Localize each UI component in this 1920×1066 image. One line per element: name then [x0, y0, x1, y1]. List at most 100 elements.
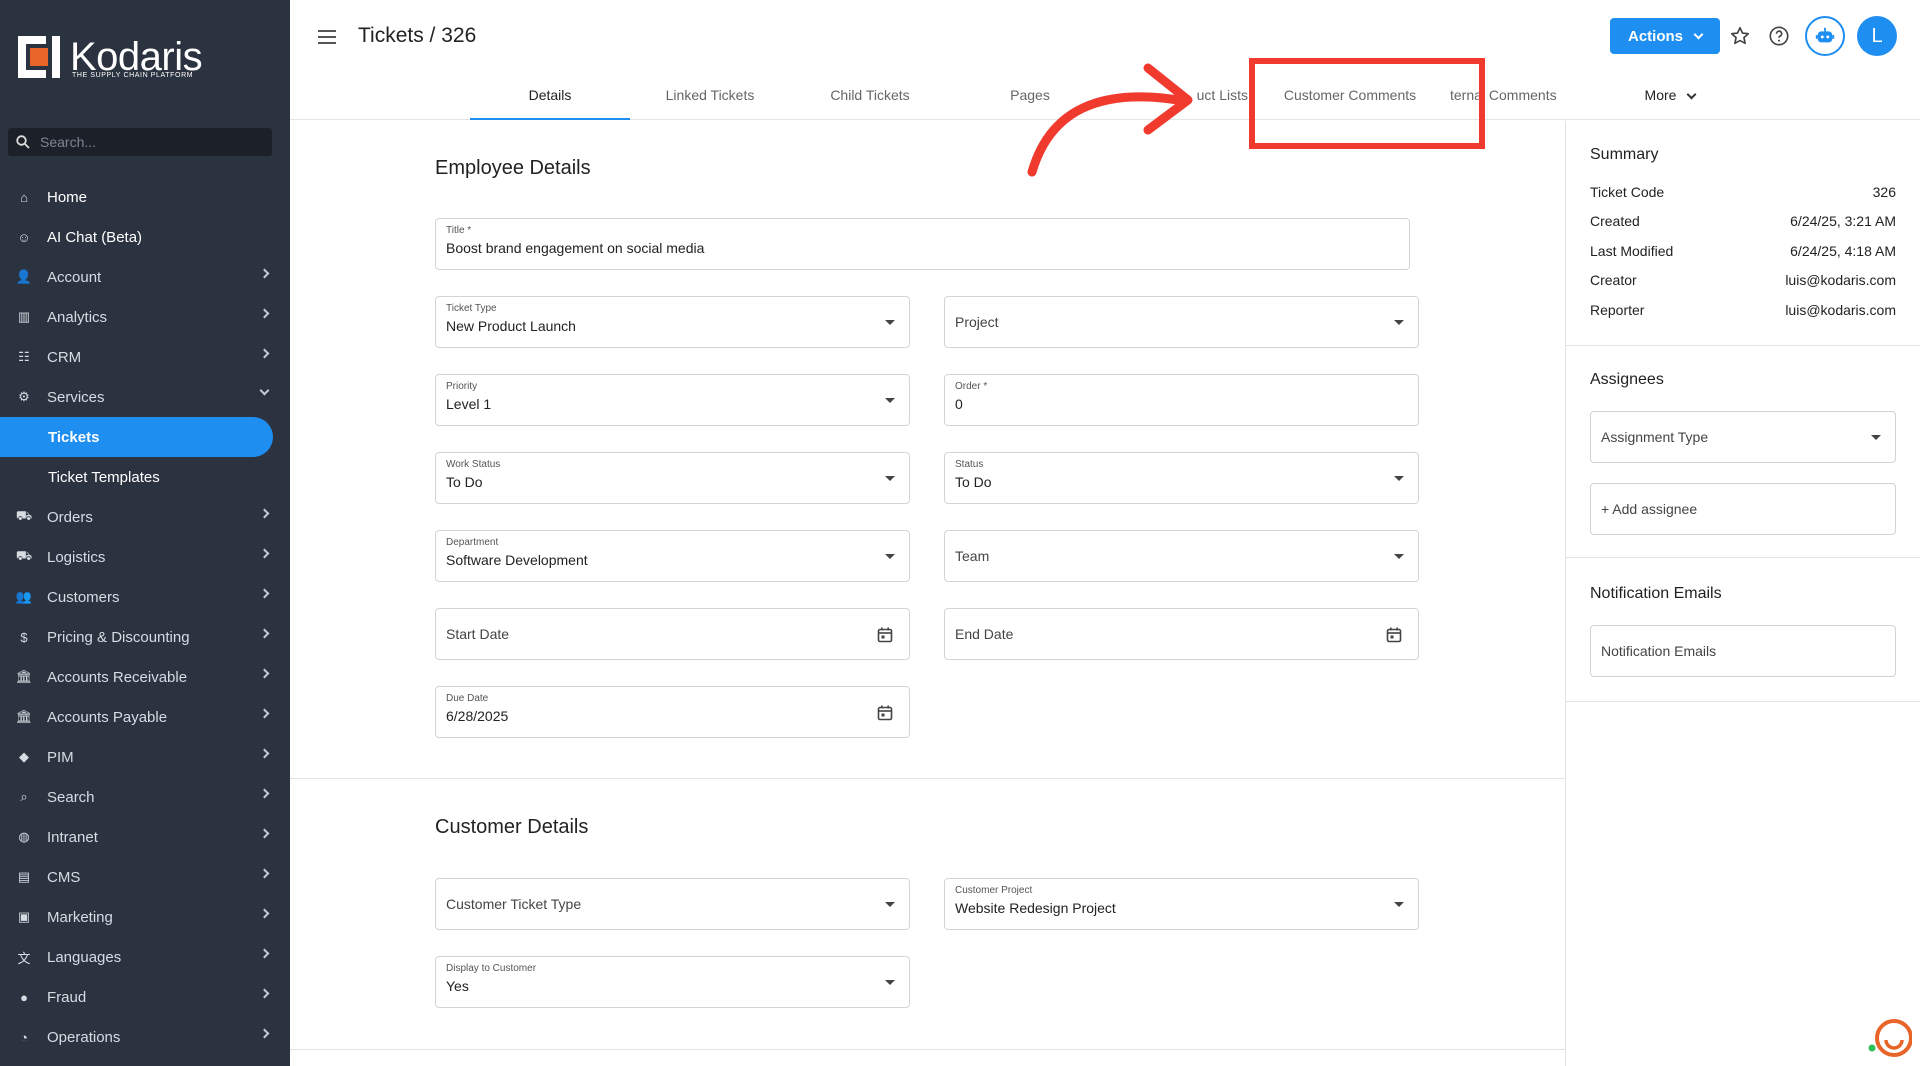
end-date-field[interactable]: End Date [944, 608, 1419, 660]
actions-button-label: Actions [1627, 27, 1683, 45]
priority-label: Priority [446, 381, 478, 392]
tab-more-label: More [1644, 87, 1677, 103]
sidebar-nav: ⌂ Home ☺ AI Chat (Beta) 👤 Account ▥ Analytic… [0, 177, 290, 1057]
ticket-details-form: Employee Details Title * Boost brand eng… [290, 121, 1565, 1066]
notification-emails-input[interactable]: Notification Emails [1590, 625, 1896, 677]
summary-row: Created 6/24/25, 3:21 AM [1590, 213, 1896, 229]
order-field[interactable]: Order * 0 [944, 374, 1419, 426]
sidebar-search-input[interactable] [40, 134, 240, 150]
chevron-right-icon [259, 348, 270, 359]
sidebar-item-pricing[interactable]: $ Pricing & Discounting [0, 617, 290, 657]
dropdown-caret-icon [885, 980, 895, 985]
tag-icon: ◆ [19, 749, 29, 764]
search-icon [16, 135, 30, 149]
status-select[interactable]: Status To Do [944, 452, 1419, 504]
sidebar-item-accounts-payable[interactable]: 🏛 Accounts Payable [0, 697, 290, 737]
sidebar-item-customers[interactable]: 👥 Customers [0, 577, 290, 617]
sidebar-item-analytics[interactable]: ▥ Analytics [0, 297, 290, 337]
star-icon[interactable] [1728, 24, 1752, 48]
actions-button[interactable]: Actions [1610, 18, 1720, 54]
calendar-icon[interactable] [877, 705, 893, 721]
chevron-down-icon [1693, 29, 1704, 39]
sidebar-item-label: Marketing [47, 908, 113, 926]
kodaris-logo[interactable]: Kodaris THE SUPPLY CHAIN PLATFORM [16, 34, 203, 80]
people-icon: 👥 [15, 589, 33, 604]
sidebar-item-services[interactable]: ⚙ Services [0, 377, 290, 417]
assignees-heading: Assignees [1590, 371, 1664, 388]
ai-assistant-button[interactable] [1805, 16, 1845, 56]
customer-project-select[interactable]: Customer Project Website Redesign Projec… [944, 878, 1419, 930]
sidebar-item-label: CMS [47, 868, 81, 886]
sidebar-item-search[interactable]: ⌕ Search [0, 777, 290, 817]
dropdown-caret-icon [1394, 902, 1404, 907]
kodaris-logo-icon [18, 36, 60, 78]
tab-child-tickets[interactable]: Child Tickets [790, 75, 950, 120]
sidebar-item-label: Intranet [47, 828, 98, 846]
sidebar-item-fraud[interactable]: ● Fraud [0, 977, 290, 1017]
department-label: Department [446, 537, 499, 548]
hamburger-menu-icon[interactable] [318, 30, 336, 44]
sidebar-item-label: Operations [47, 1028, 121, 1046]
work-status-label: Work Status [446, 459, 501, 470]
start-date-field[interactable]: Start Date [435, 608, 910, 660]
add-assignee-input[interactable]: + Add assignee [1590, 483, 1896, 535]
dropdown-caret-icon [1394, 554, 1404, 559]
tab-linked-tickets[interactable]: Linked Tickets [630, 75, 790, 120]
sidebar-item-languages[interactable]: 文 Languages [0, 937, 290, 977]
sidebar-item-operations[interactable]: ◔ Operations [0, 1017, 290, 1057]
customer-ticket-type-select[interactable]: Customer Ticket Type [435, 878, 910, 930]
due-date-label: Due Date [446, 693, 489, 704]
assignment-type-select[interactable]: Assignment Type [1590, 411, 1896, 463]
sidebar-item-pim[interactable]: ◆ PIM [0, 737, 290, 777]
sidebar-item-label: PIM [47, 748, 74, 766]
display-to-customer-select[interactable]: Display to Customer Yes [435, 956, 910, 1008]
sidebar-item-logistics[interactable]: ⛟ Logistics [0, 537, 290, 577]
sidebar-item-ai-chat[interactable]: ☺ AI Chat (Beta) [0, 217, 290, 257]
add-assignee-label: + Add assignee [1601, 501, 1698, 517]
help-icon[interactable] [1767, 24, 1791, 48]
chevron-right-icon [259, 628, 270, 639]
due-date-field[interactable]: Due Date 6/28/2025 [435, 686, 910, 738]
marketing-icon: ▣ [17, 909, 31, 924]
sidebar-item-accounts-receivable[interactable]: 🏛 Accounts Receivable [0, 657, 290, 697]
tab-details[interactable]: Details [470, 75, 630, 120]
ticket-type-value: New Product Launch [446, 318, 576, 334]
sidebar-item-crm[interactable]: ☷ CRM [0, 337, 290, 377]
end-date-placeholder: End Date [955, 626, 1014, 642]
sidebar-item-label: Logistics [47, 548, 106, 566]
sidebar-item-cms[interactable]: ▤ CMS [0, 857, 290, 897]
order-value: 0 [955, 396, 963, 412]
work-status-select[interactable]: Work Status To Do [435, 452, 910, 504]
sidebar-item-label: CRM [47, 348, 82, 366]
assignment-type-placeholder: Assignment Type [1601, 429, 1709, 445]
customer-project-value: Website Redesign Project [955, 900, 1116, 916]
project-select[interactable]: Project [944, 296, 1419, 348]
sidebar-item-ticket-templates[interactable]: Ticket Templates [0, 457, 290, 497]
sidebar-item-tickets[interactable]: Tickets [0, 417, 273, 457]
operations-icon: ◔ [20, 1029, 28, 1045]
page-title: Tickets / 326 [358, 24, 477, 47]
chevron-right-icon [259, 548, 270, 559]
sidebar-item-marketing[interactable]: ▣ Marketing [0, 897, 290, 937]
sidebar-search[interactable] [8, 128, 272, 156]
team-select[interactable]: Team [944, 530, 1419, 582]
summary-heading: Summary [1590, 146, 1659, 163]
sidebar-item-orders[interactable]: ⛟ Orders [0, 497, 290, 537]
dropdown-caret-icon [885, 398, 895, 403]
department-select[interactable]: Department Software Development [435, 530, 910, 582]
user-avatar[interactable]: L [1857, 16, 1897, 56]
sidebar-item-account[interactable]: 👤 Account [0, 257, 290, 297]
chat-support-icon[interactable] [1868, 1016, 1912, 1060]
notification-emails-placeholder: Notification Emails [1601, 643, 1717, 659]
calendar-icon[interactable] [877, 627, 893, 643]
priority-select[interactable]: Priority Level 1 [435, 374, 910, 426]
sidebar-item-home[interactable]: ⌂ Home [0, 177, 290, 217]
calendar-icon[interactable] [1386, 627, 1402, 643]
status-value: To Do [955, 474, 992, 490]
sidebar-item-intranet[interactable]: ◍ Intranet [0, 817, 290, 857]
title-field[interactable]: Title * Boost brand engagement on social… [435, 218, 1410, 270]
tab-more[interactable]: More [1590, 75, 1750, 120]
ticket-type-select[interactable]: Ticket Type New Product Launch [435, 296, 910, 348]
summary-value: luis@kodaris.com [1785, 302, 1896, 318]
sidebar-item-label: Orders [47, 508, 93, 526]
